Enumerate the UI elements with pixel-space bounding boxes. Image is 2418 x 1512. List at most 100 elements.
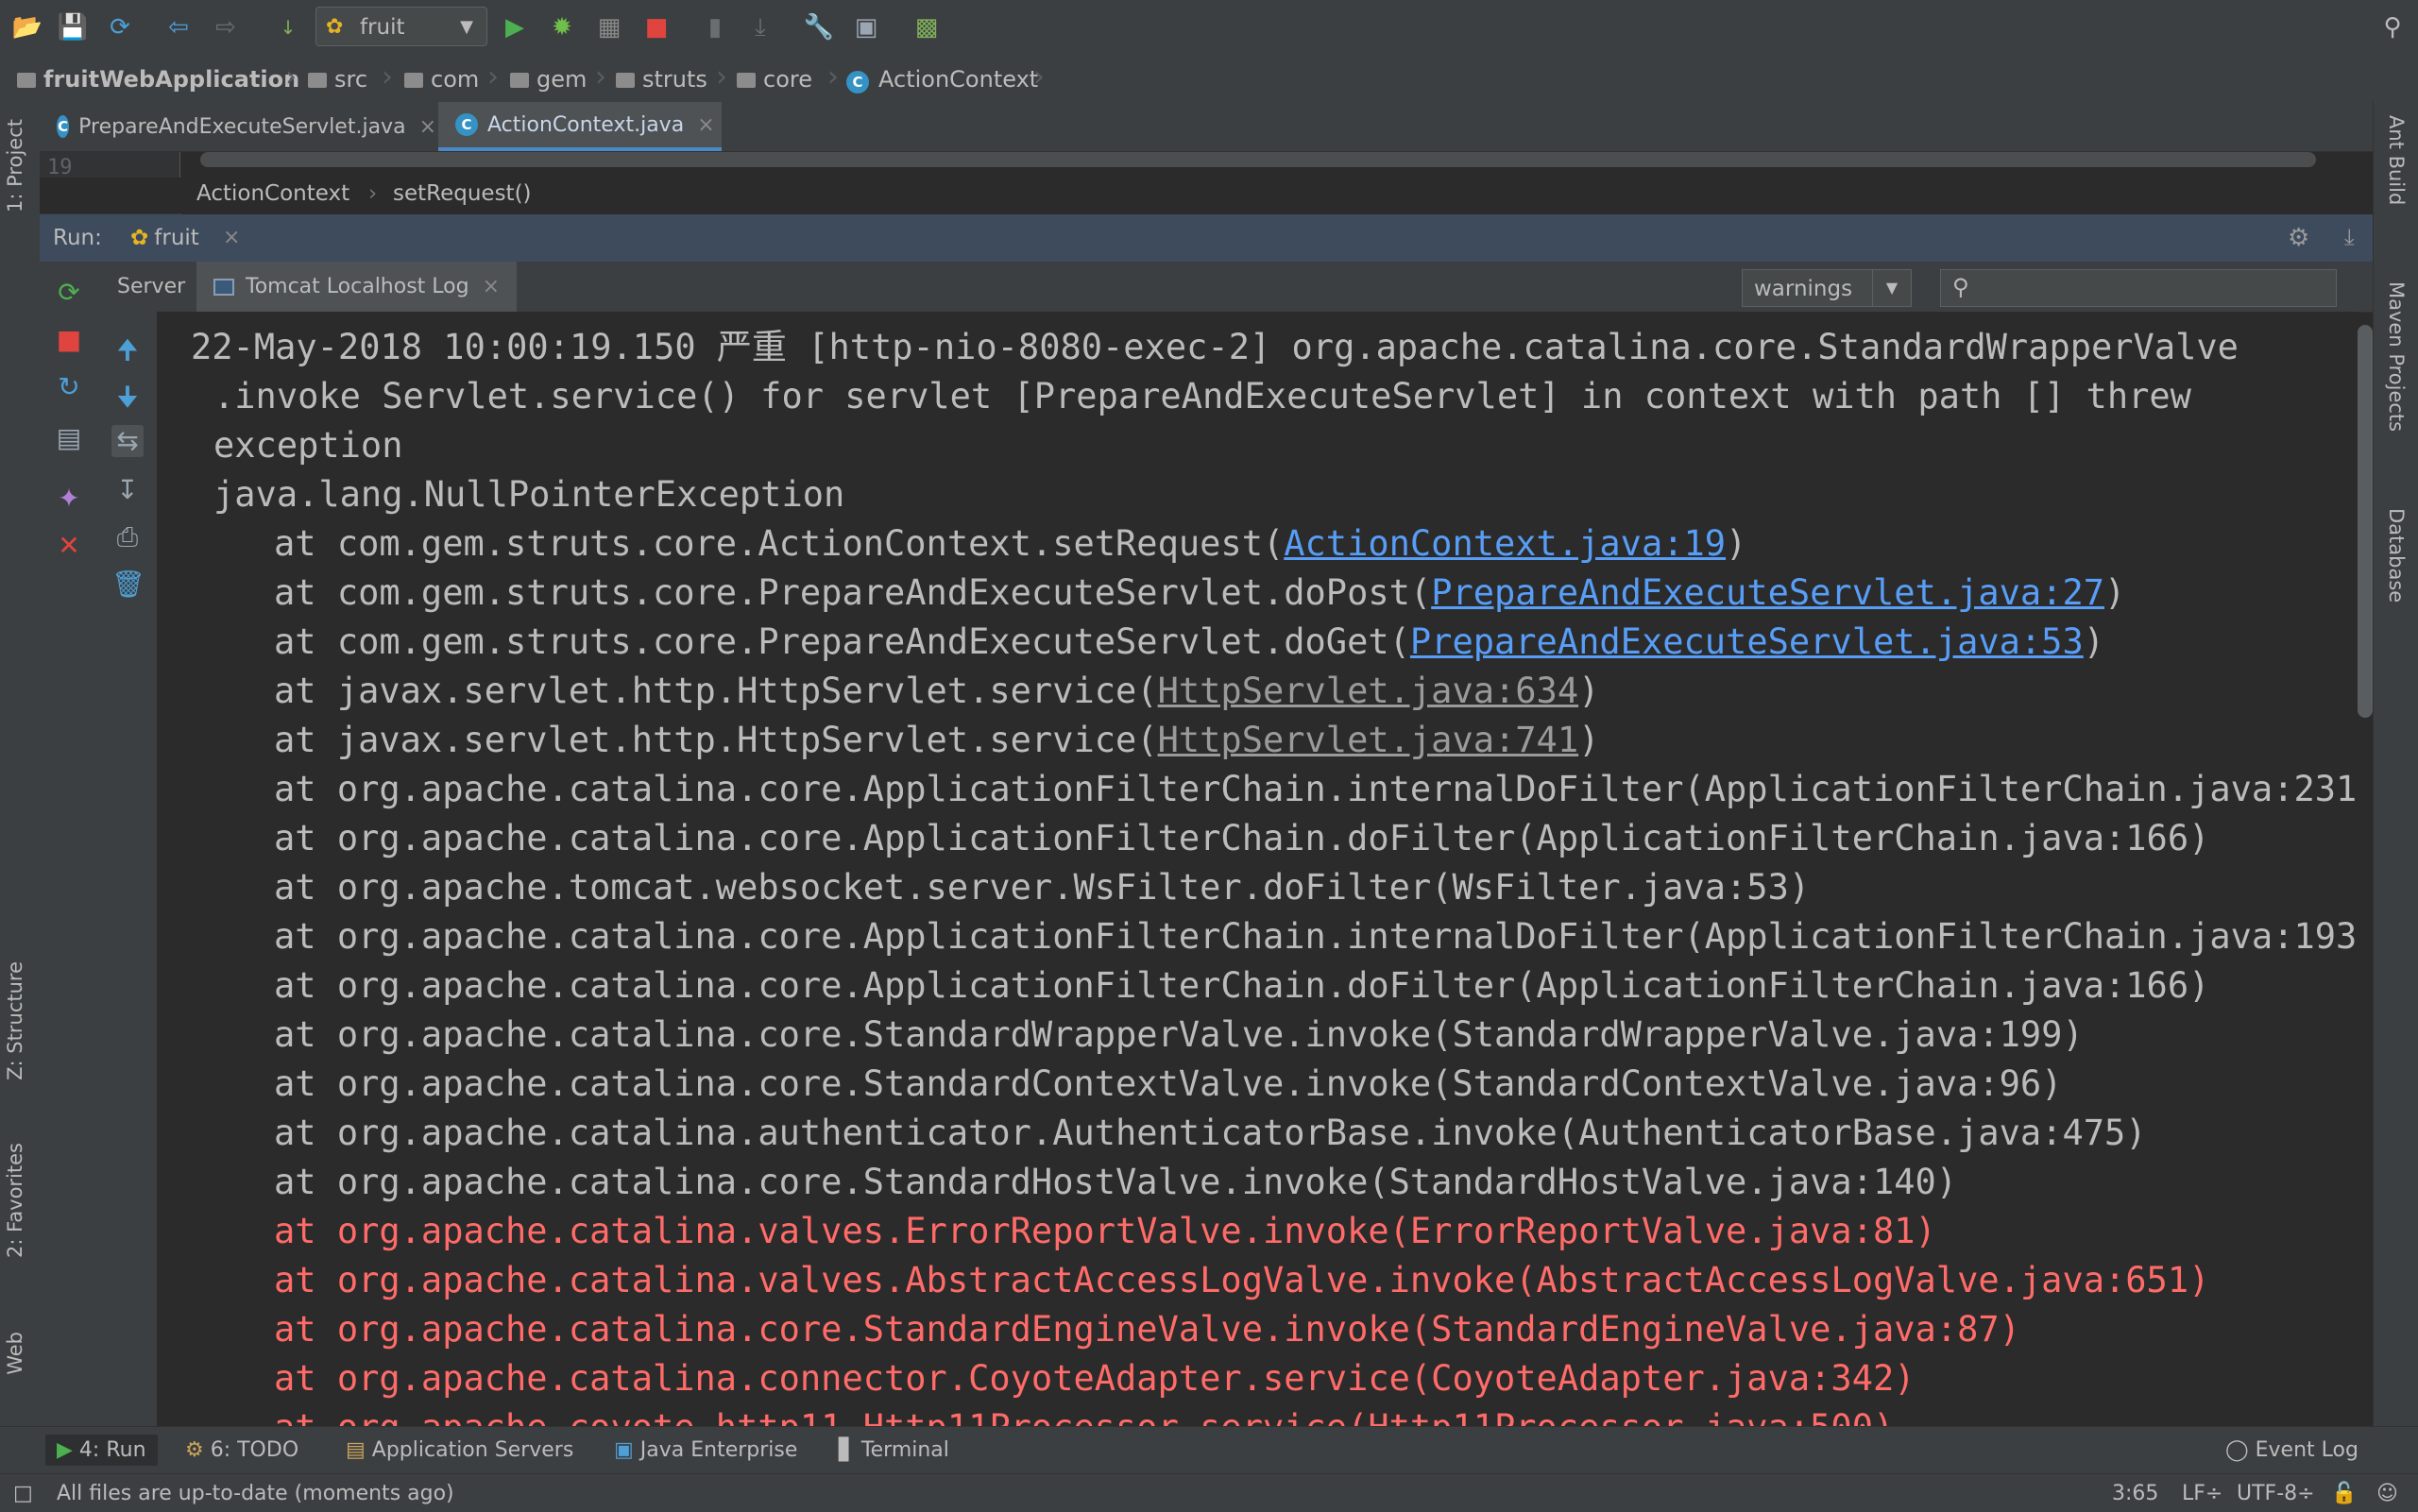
- tool-tab-project[interactable]: 1: Project: [4, 119, 26, 212]
- log-line: at org.apache.coyote.http11.Http11Proces…: [274, 1403, 1894, 1426]
- tab-action-context[interactable]: C ActionContext.java ×: [438, 102, 722, 151]
- scroll-to-end-icon[interactable]: ↧: [111, 474, 144, 506]
- library-source-link[interactable]: HttpServlet.java:741: [1158, 720, 1579, 760]
- file-encoding[interactable]: UTF-8÷: [2237, 1482, 2315, 1505]
- coverage-icon[interactable]: ▦: [595, 13, 623, 42]
- stop-icon[interactable]: ■: [642, 13, 671, 42]
- forward-arrow-icon[interactable]: ⇨: [212, 13, 240, 42]
- tool-window-run[interactable]: ▶ 4: Run: [45, 1435, 158, 1466]
- trash-icon[interactable]: 🗑: [111, 569, 145, 601]
- wrench-icon[interactable]: 🔧: [804, 13, 834, 42]
- save-icon[interactable]: 💾: [58, 13, 88, 42]
- close-icon[interactable]: ✕: [53, 530, 85, 562]
- line-separator[interactable]: LF÷: [2182, 1482, 2222, 1505]
- horizontal-scrollbar[interactable]: [200, 152, 2316, 167]
- cursor-position[interactable]: 3:65: [2112, 1482, 2158, 1505]
- event-log-button[interactable]: ◯ Event Log: [2225, 1438, 2358, 1462]
- run-subtab-bar: Server Tomcat Localhost Log × warnings ▼…: [98, 262, 2373, 313]
- log-search-input[interactable]: ⚲: [1940, 269, 2337, 307]
- breadcrumb-gem[interactable]: gem: [510, 66, 587, 93]
- status-message: All files are up-to-date (moments ago): [57, 1482, 454, 1505]
- close-icon[interactable]: ×: [223, 226, 240, 249]
- arrow-up-icon[interactable]: 🠉: [111, 334, 144, 366]
- run-icon[interactable]: ▶: [501, 13, 529, 42]
- vertical-scrollbar[interactable]: [2358, 325, 2373, 718]
- tool-window-java-enterprise[interactable]: ▣ Java Enterprise: [614, 1438, 797, 1462]
- status-toggle-icon[interactable]: □: [13, 1482, 33, 1505]
- run-actions-toolbar: ⟳ ■ ↻ ▤ ✦ ✕: [40, 262, 99, 1426]
- tool-tab-maven-projects[interactable]: Maven Projects: [2385, 281, 2408, 432]
- close-icon[interactable]: ×: [419, 115, 436, 139]
- breadcrumb-class[interactable]: C ActionContext: [846, 66, 1038, 93]
- editor-crumb-class[interactable]: ActionContext: [196, 181, 349, 206]
- main-toolbar: 📂 💾 ⟳ ⇦ ⇨ ↓ ✿ fruit ▼ ▶ ✹ ▦ ■ ▮ ⤓ 🔧 ▣ ▩ …: [0, 0, 2418, 56]
- close-icon[interactable]: ×: [697, 113, 714, 137]
- close-icon[interactable]: ×: [483, 275, 500, 298]
- search-icon[interactable]: ⚲: [2378, 13, 2407, 42]
- pin-icon[interactable]: ✦: [53, 483, 85, 515]
- tool-tab-web[interactable]: Web: [4, 1332, 26, 1375]
- log-line: at com.gem.struts.core.PrepareAndExecute…: [274, 569, 2125, 618]
- log-level-filter-select[interactable]: warnings ▼: [1742, 269, 1912, 307]
- line-number: 19: [47, 156, 73, 179]
- console-output[interactable]: 22-May-2018 10:00:19.150 严重 [http-nio-80…: [157, 312, 2358, 1426]
- tool-window-application-servers[interactable]: ▤ Application Servers: [346, 1438, 573, 1462]
- editor-crumb-separator: ›: [368, 181, 378, 206]
- debug-icon[interactable]: ✹: [548, 13, 576, 42]
- tool-tab-database[interactable]: Database: [2385, 508, 2408, 603]
- breadcrumb-com[interactable]: com: [404, 66, 479, 93]
- inspector-icon[interactable]: ☺: [2376, 1482, 2398, 1505]
- build-icon[interactable]: ↓: [274, 13, 302, 42]
- log-text: exception: [213, 425, 403, 466]
- editor-crumb-method[interactable]: setRequest(): [393, 181, 532, 206]
- stop-icon[interactable]: ■: [53, 324, 85, 356]
- arrow-down-icon[interactable]: 🠋: [111, 382, 144, 414]
- update-icon[interactable]: ↻: [53, 371, 85, 403]
- print-icon[interactable]: ⎙: [111, 521, 144, 553]
- hide-panel-icon[interactable]: ⤓: [2344, 224, 2355, 250]
- tool-tab-favorites[interactable]: 2: Favorites: [4, 1143, 26, 1258]
- subtab-server[interactable]: Server: [117, 262, 185, 312]
- sync-icon[interactable]: ⟳: [106, 13, 134, 42]
- source-link[interactable]: ActionContext.java:19: [1284, 523, 1726, 564]
- log-text: at org.apache.tomcat.websocket.server.Ws…: [274, 867, 1811, 908]
- breadcrumb-core[interactable]: core: [737, 66, 812, 93]
- source-link[interactable]: PrepareAndExecuteServlet.java:27: [1431, 572, 2104, 613]
- search-icon: ⚲: [1952, 274, 1969, 300]
- editor-tab-bar: C PrepareAndExecuteServlet.java × C Acti…: [40, 102, 2373, 152]
- tool-window-terminal[interactable]: ▋ Terminal: [839, 1438, 949, 1462]
- log-line: at org.apache.tomcat.websocket.server.Ws…: [274, 863, 1810, 912]
- rerun-icon[interactable]: ⟳: [53, 277, 85, 309]
- download-icon[interactable]: ⤓: [746, 13, 775, 42]
- layout-icon[interactable]: ▤: [53, 422, 85, 454]
- library-source-link[interactable]: HttpServlet.java:634: [1158, 671, 1579, 711]
- run-configuration-select[interactable]: ✿ fruit ▼: [315, 7, 487, 46]
- breadcrumb-separator: ›: [595, 60, 606, 93]
- soft-wrap-icon[interactable]: ⇆: [111, 425, 144, 457]
- run-config-label: fruit: [360, 15, 405, 40]
- source-link[interactable]: PrepareAndExecuteServlet.java:53: [1410, 621, 2084, 662]
- log-line: at org.apache.catalina.core.ApplicationF…: [274, 765, 2358, 814]
- breadcrumb-separator: ›: [827, 60, 839, 93]
- log-text: ): [1578, 671, 1600, 711]
- folder-icon: [404, 73, 423, 88]
- breadcrumb-struts[interactable]: struts: [616, 66, 707, 93]
- run-tab[interactable]: ✿ fruit: [130, 226, 199, 250]
- breadcrumb-project[interactable]: fruitWebApplication: [17, 66, 299, 93]
- folder-icon: [308, 73, 327, 88]
- tool-tab-ant-build[interactable]: Ant Build: [2385, 115, 2408, 205]
- sdk-icon[interactable]: ▩: [912, 13, 941, 42]
- project-structure-icon[interactable]: ▣: [852, 13, 880, 42]
- back-arrow-icon[interactable]: ⇦: [164, 13, 193, 42]
- console-actions-toolbar: 🠉 🠋 ⇆ ↧ ⎙ 🗑: [98, 312, 158, 1426]
- attach-icon[interactable]: ▮: [701, 13, 729, 42]
- open-folder-icon[interactable]: 📂: [12, 13, 43, 42]
- tool-window-todo[interactable]: ⚙ 6: TODO: [185, 1438, 298, 1462]
- lock-icon[interactable]: 🔓: [2331, 1482, 2357, 1505]
- tool-tab-structure[interactable]: Z: Structure: [4, 961, 26, 1080]
- breadcrumb-src[interactable]: src: [308, 66, 367, 93]
- subtab-tomcat-localhost-log[interactable]: Tomcat Localhost Log ×: [196, 262, 518, 312]
- log-line: at org.apache.catalina.valves.AbstractAc…: [274, 1256, 2209, 1305]
- tab-prepare-and-execute-servlet[interactable]: C PrepareAndExecuteServlet.java ×: [40, 102, 436, 151]
- gear-icon[interactable]: ⚙: [2288, 224, 2309, 252]
